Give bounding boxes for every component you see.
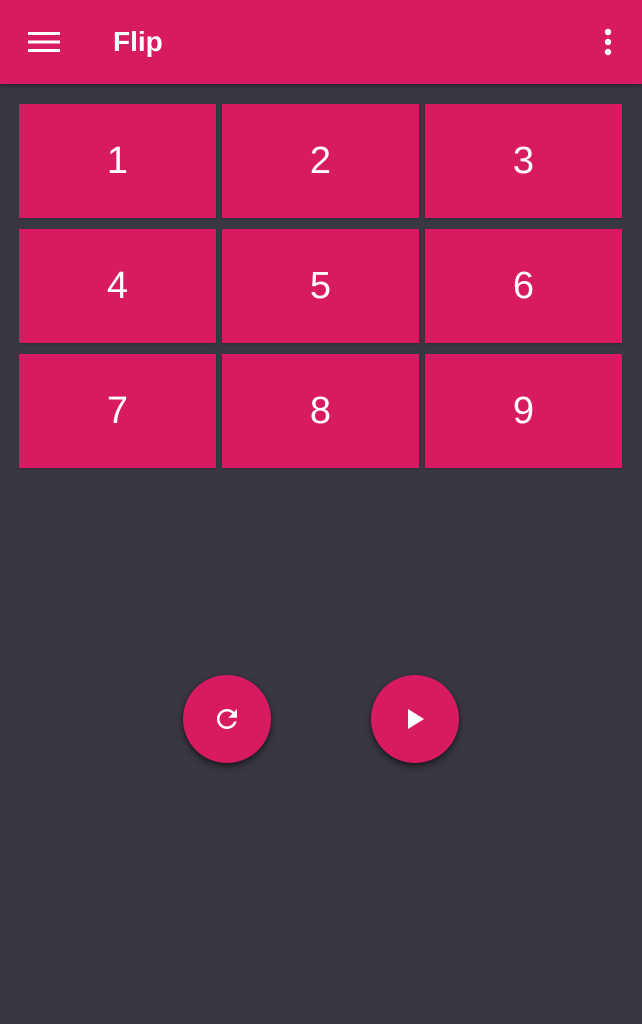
play-icon [403, 707, 427, 731]
tile-2[interactable]: 2 [222, 104, 419, 218]
tile-8[interactable]: 8 [222, 354, 419, 468]
menu-button[interactable] [22, 22, 66, 62]
tile-1[interactable]: 1 [19, 104, 216, 218]
tile-6[interactable]: 6 [425, 229, 622, 343]
tile-grid: 1 2 3 4 5 6 7 8 9 [19, 104, 623, 468]
app-screen: Flip 1 2 3 4 5 6 7 8 9 [0, 0, 642, 1024]
overflow-menu-button[interactable] [588, 20, 628, 64]
more-vertical-icon [604, 28, 612, 56]
tile-4[interactable]: 4 [19, 229, 216, 343]
hamburger-menu-icon [28, 30, 60, 54]
tile-9[interactable]: 9 [425, 354, 622, 468]
tile-3[interactable]: 3 [425, 104, 622, 218]
tile-5[interactable]: 5 [222, 229, 419, 343]
play-button[interactable] [371, 675, 459, 763]
reset-button[interactable] [183, 675, 271, 763]
tile-7[interactable]: 7 [19, 354, 216, 468]
app-title: Flip [113, 26, 163, 57]
refresh-icon [212, 704, 242, 734]
app-bar: Flip [0, 0, 642, 84]
